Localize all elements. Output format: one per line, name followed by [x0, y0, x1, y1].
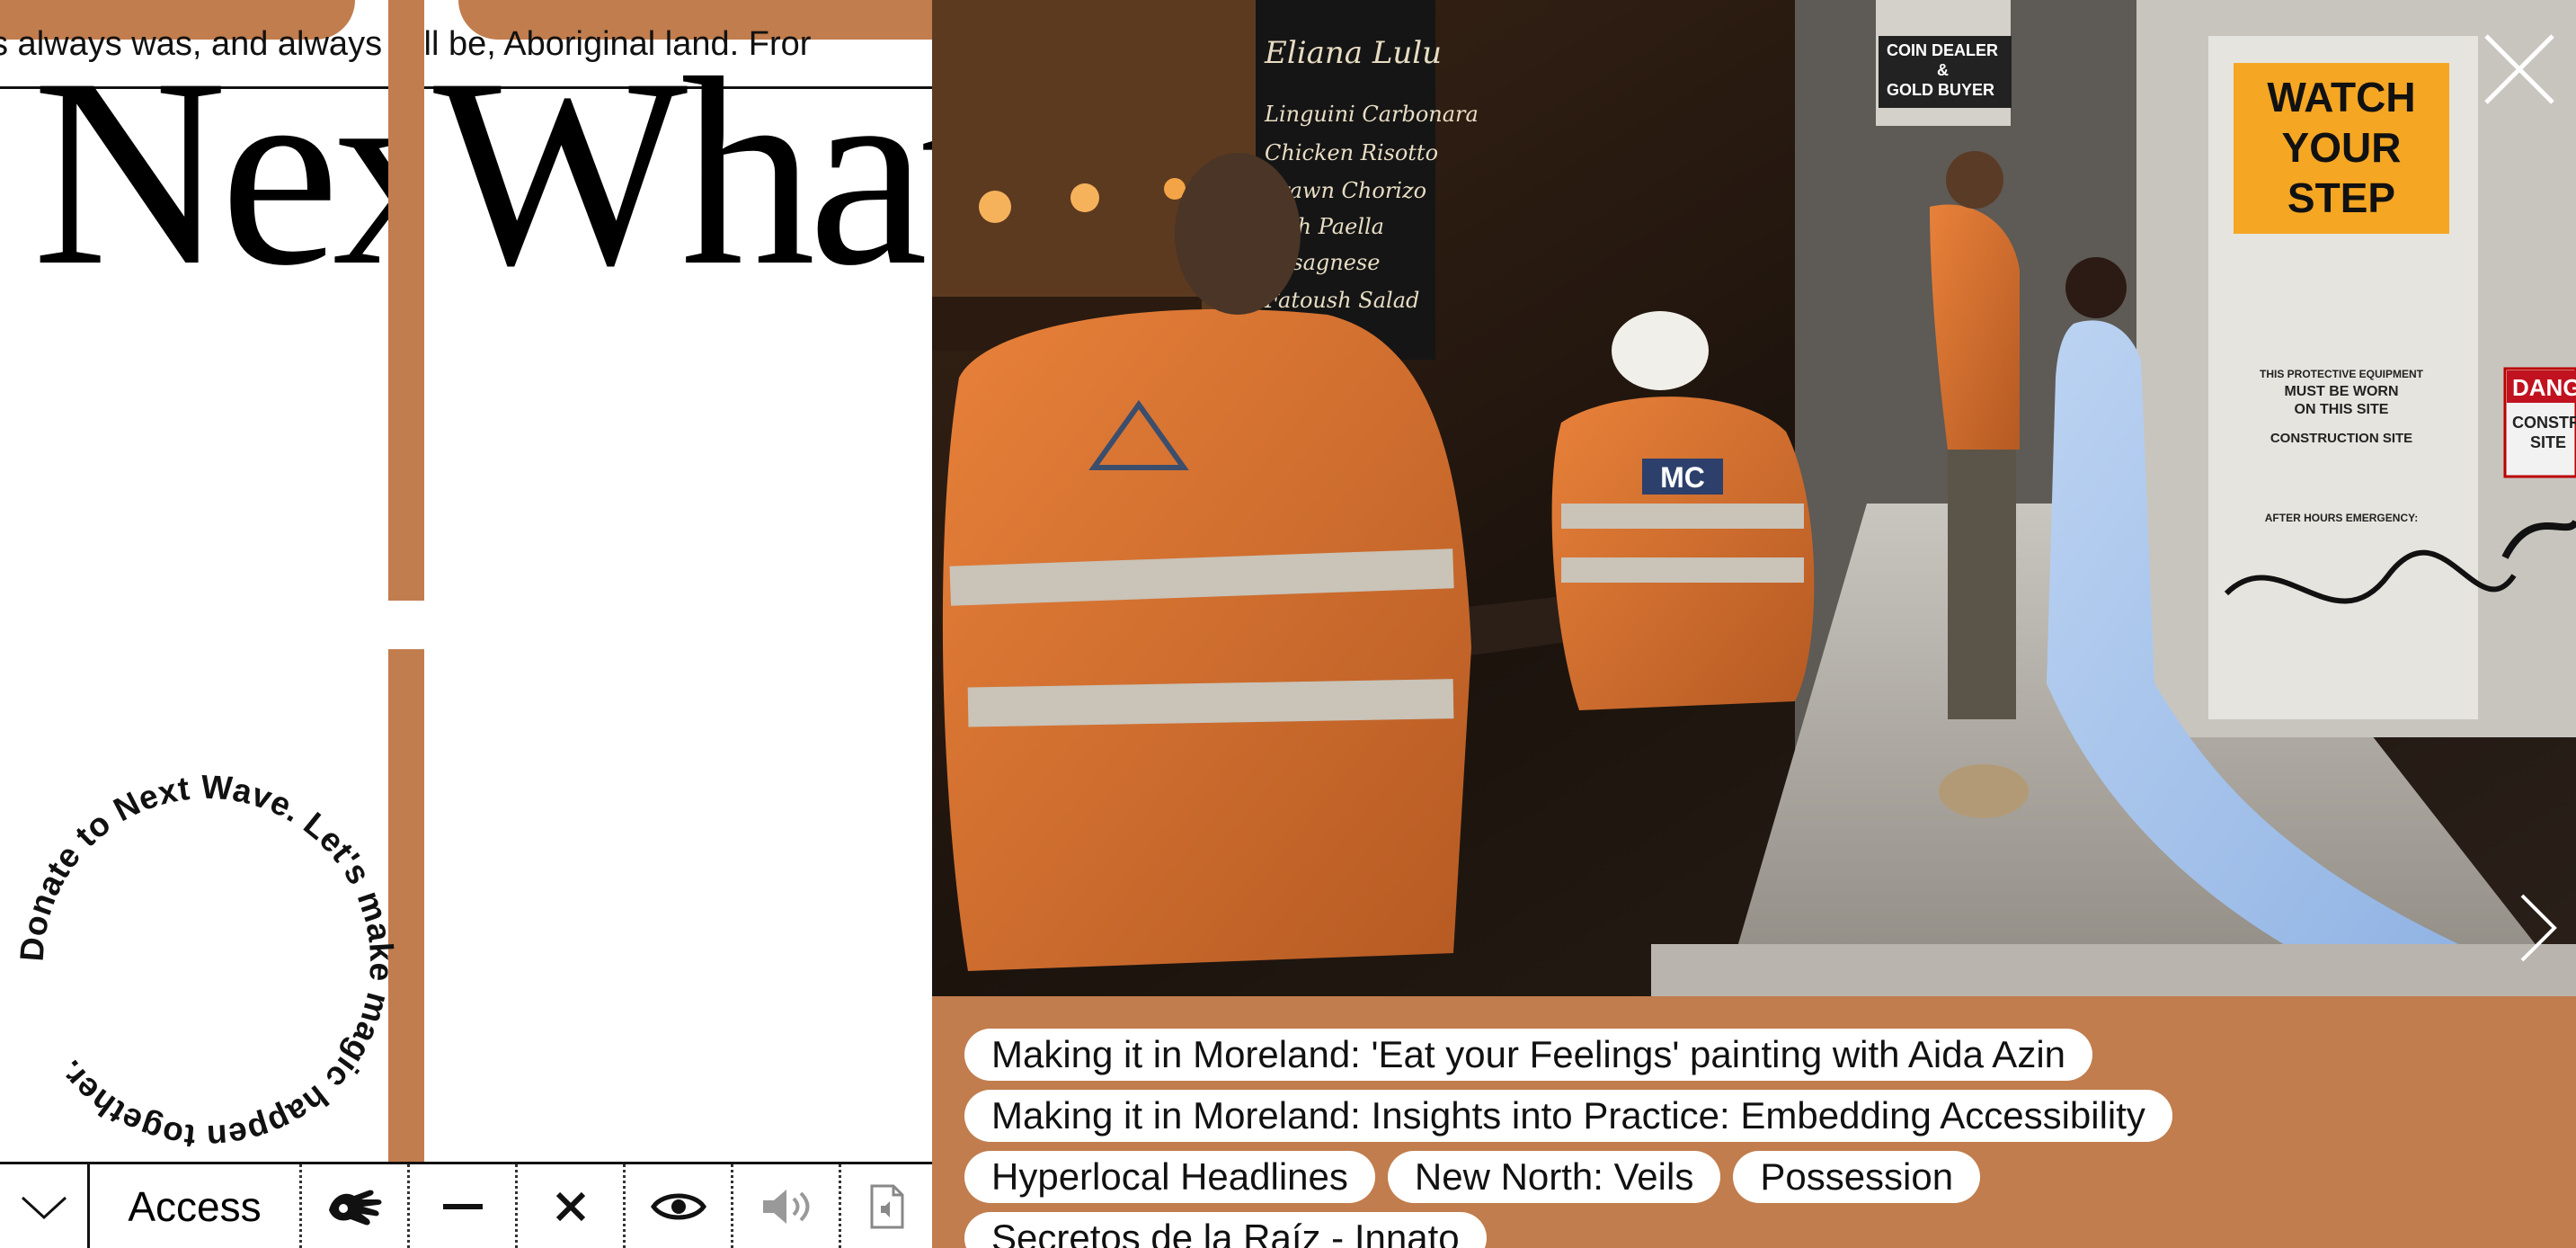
tag-link[interactable]: New North: Veils	[1387, 1151, 1721, 1203]
audio-document-icon	[870, 1184, 903, 1228]
watch-your-step-sign: WATCH YOUR STEP	[2267, 74, 2415, 221]
tag-row: Hyperlocal Headlines New North: Veils Po…	[964, 1151, 2564, 1203]
tag-row: Making it in Moreland: 'Eat your Feeling…	[964, 1029, 2564, 1081]
heading-word-next: Nex	[32, 50, 388, 293]
decrease-button[interactable]	[410, 1164, 518, 1248]
minus-icon	[442, 1203, 483, 1209]
chevron-down-icon	[21, 1196, 67, 1219]
tag-link[interactable]: Hyperlocal Headlines	[964, 1151, 1375, 1203]
svg-text:ON THIS SITE: ON THIS SITE	[2295, 402, 2389, 417]
audio-button[interactable]	[733, 1164, 841, 1248]
svg-text:COIN DEALER: COIN DEALER	[1887, 41, 1998, 59]
svg-text:Donate to Next Wave. Let's mak: Donate to Next Wave. Let's make magic ha…	[18, 773, 395, 1151]
svg-text:SITE: SITE	[2530, 433, 2566, 451]
image-lightbox: Eliana Lulu Linguini Carbonara Chicken R…	[932, 0, 2576, 1248]
vest-logo: MC	[1660, 461, 1705, 494]
svg-text:WATCH: WATCH	[2267, 74, 2415, 120]
lightbox-close-button[interactable]	[2481, 31, 2558, 108]
chevron-right-icon	[2520, 894, 2557, 962]
svg-text:Eliana Lulu: Eliana Lulu	[1264, 35, 1442, 71]
lightbox-next-button[interactable]	[2515, 890, 2560, 966]
close-icon	[2484, 34, 2554, 104]
decor-vertical-bar	[388, 0, 424, 601]
svg-text:THIS PROTECTIVE EQUIPMENT: THIS PROTECTIVE EQUIPMENT	[2260, 368, 2424, 380]
contrast-button[interactable]	[626, 1164, 733, 1248]
tag-row: Making it in Moreland: Insights into Pra…	[964, 1090, 2564, 1142]
svg-text:Fatoush Salad: Fatoush Salad	[1264, 288, 1419, 313]
donate-ring-text: Donate to Next Wave. Let's make magic ha…	[18, 773, 395, 1151]
speaker-icon	[762, 1189, 809, 1224]
access-label: Access	[90, 1164, 302, 1248]
svg-text:CONSTRUCTION SITE: CONSTRUCTION SITE	[2270, 431, 2412, 446]
tag-link[interactable]: Making it in Moreland: Insights into Pra…	[964, 1090, 2172, 1142]
left-page: s always was, and always will be, Aborig…	[0, 0, 932, 1248]
svg-text:Linguini Carbonara: Linguini Carbonara	[1264, 102, 1479, 127]
svg-text:MUST BE WORN: MUST BE WORN	[2284, 384, 2398, 399]
svg-text:CONSTRUC: CONSTRUC	[2512, 414, 2576, 432]
toolbar-collapse-button[interactable]	[0, 1164, 90, 1248]
eye-icon	[650, 1193, 706, 1219]
related-tags: Making it in Moreland: 'Eat your Feeling…	[964, 1029, 2564, 1248]
close-icon	[555, 1191, 585, 1221]
sign-language-button[interactable]	[302, 1164, 410, 1248]
svg-text:&: &	[1937, 61, 1949, 79]
gallery-photo: Eliana Lulu Linguini Carbonara Chicken R…	[932, 0, 2576, 996]
svg-text:DANG: DANG	[2512, 374, 2576, 401]
sign-language-icon	[328, 1190, 381, 1226]
donate-ring-link[interactable]: Donate to Next Wave. Let's make magic ha…	[18, 773, 395, 1151]
svg-text:GOLD BUYER: GOLD BUYER	[1887, 81, 1994, 99]
svg-text:AFTER HOURS EMERGENCY:: AFTER HOURS EMERGENCY:	[2265, 512, 2418, 524]
svg-text:STEP: STEP	[2287, 174, 2395, 221]
svg-text:YOUR: YOUR	[2282, 124, 2402, 171]
tag-link[interactable]: Possession	[1733, 1151, 1981, 1203]
audio-document-button[interactable]	[841, 1164, 932, 1248]
tag-link[interactable]: Making it in Moreland: 'Eat your Feeling…	[964, 1029, 2093, 1081]
tag-link[interactable]: Secretos de la Raíz - Innato	[964, 1212, 1487, 1248]
tag-row: Secretos de la Raíz - Innato	[964, 1212, 2564, 1248]
heading-word-what: What	[433, 50, 932, 293]
accessibility-toolbar: Access	[0, 1162, 932, 1248]
toolbar-close-button[interactable]	[518, 1164, 626, 1248]
svg-text:Chicken Risotto: Chicken Risotto	[1265, 140, 1438, 165]
